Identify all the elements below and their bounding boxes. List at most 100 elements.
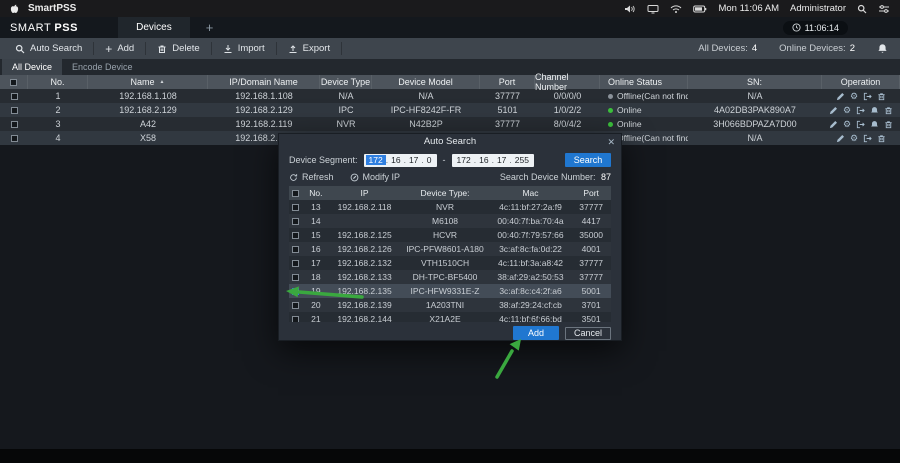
row-checkbox[interactable] <box>11 135 18 142</box>
dialog-tools-row: Refresh Modify IP Search Device Number: … <box>279 171 621 186</box>
display-icon[interactable] <box>647 4 659 14</box>
cell-name: X58 <box>88 131 208 145</box>
ip-octet[interactable]: 0 <box>424 155 435 165</box>
ip-octet[interactable]: 17 <box>494 155 509 165</box>
device-config-gear-icon[interactable]: ⚙ <box>843 106 851 115</box>
cell-device-type: NVR <box>320 117 372 131</box>
search-result-row[interactable]: 18 192.168.2.133 DH-TPC-BF5400 38:af:29:… <box>289 270 611 284</box>
row-checkbox[interactable] <box>11 107 18 114</box>
search-button[interactable]: Search <box>565 153 611 167</box>
cell-port: 37777 <box>571 256 611 270</box>
import-button[interactable]: Import <box>212 42 277 55</box>
tab-all-device[interactable]: All Device <box>2 59 62 75</box>
result-checkbox[interactable] <box>292 260 299 267</box>
alarm-config-icon[interactable] <box>870 120 879 129</box>
device-config-gear-icon[interactable]: ⚙ <box>850 92 858 101</box>
new-tab-button[interactable]: + <box>206 21 214 34</box>
menubar-user-menu[interactable]: Administrator <box>790 3 846 14</box>
search-result-row[interactable]: 15 192.168.2.125 HCVR 00:40:7f:79:57:66 … <box>289 228 611 242</box>
row-checkbox[interactable] <box>11 93 18 100</box>
cell-mac: 3c:af:8c:c4:2f:a6 <box>490 284 572 298</box>
result-checkbox[interactable] <box>292 246 299 253</box>
export-button[interactable]: Export <box>277 42 342 55</box>
cell-ip: 192.168.2.132 <box>329 256 401 270</box>
control-center-icon[interactable] <box>878 4 890 14</box>
delete-device-icon[interactable] <box>884 106 893 115</box>
edit-device-icon[interactable] <box>829 106 838 115</box>
ip-octet[interactable]: 172 <box>454 155 474 165</box>
battery-icon[interactable] <box>693 5 707 13</box>
cell-port: 37777 <box>571 270 611 284</box>
wifi-icon[interactable] <box>670 4 682 14</box>
alarm-bell-icon[interactable] <box>877 43 888 54</box>
add-device-button[interactable]: + Add <box>94 42 146 55</box>
app-titlebar: SMARTPSS Devices + 11:06:14 <box>0 17 900 38</box>
ip-octet[interactable]: 16 <box>476 155 491 165</box>
delete-device-icon[interactable] <box>877 134 886 143</box>
result-checkbox[interactable] <box>292 302 299 309</box>
device-config-gear-icon[interactable]: ⚙ <box>850 134 858 143</box>
result-checkbox[interactable] <box>292 204 299 211</box>
delete-device-icon[interactable] <box>877 92 886 101</box>
result-checkbox[interactable] <box>292 288 299 295</box>
plus-icon: + <box>105 44 112 54</box>
search-result-row[interactable]: 21 192.168.2.144 X21A2E 4c:11:bf:6f:66:b… <box>289 312 611 322</box>
search-result-row[interactable]: 20 192.168.2.139 1A203TNI 38:af:29:24:cf… <box>289 298 611 312</box>
edit-device-icon[interactable] <box>829 120 838 129</box>
alarm-config-icon[interactable] <box>870 106 879 115</box>
device-row[interactable]: 1 192.168.1.108 192.168.1.108 N/A N/A 37… <box>0 89 900 103</box>
refresh-button[interactable]: Refresh <box>289 172 334 182</box>
logout-device-icon[interactable] <box>856 120 865 129</box>
cell-online-status: Offline(Can not find ... <box>600 89 688 103</box>
delete-device-button[interactable]: Delete <box>146 42 211 55</box>
row-checkbox[interactable] <box>11 121 18 128</box>
ip-octet[interactable]: 16 <box>388 155 403 165</box>
cell-operation: ⚙ <box>822 89 900 103</box>
search-result-row[interactable]: 19 192.168.2.135 IPC-HFW9331E-Z 3c:af:8c… <box>289 284 611 298</box>
ip-octet[interactable]: 172 <box>366 155 386 165</box>
device-row[interactable]: 2 192.168.2.129 192.168.2.129 IPC IPC-HF… <box>0 103 900 117</box>
tab-encode-device[interactable]: Encode Device <box>62 59 143 75</box>
cancel-button[interactable]: Cancel <box>565 327 611 340</box>
device-config-gear-icon[interactable]: ⚙ <box>843 120 851 129</box>
add-selected-devices-button[interactable]: Add <box>513 326 559 340</box>
refresh-icon <box>289 173 298 182</box>
app-logo: SMARTPSS <box>10 22 78 34</box>
ip-octet[interactable]: 255 <box>512 155 532 165</box>
auto-search-button[interactable]: Auto Search <box>4 42 94 55</box>
result-checkbox[interactable] <box>292 316 299 323</box>
search-result-row[interactable]: 13 192.168.2.118 NVR 4c:11:bf:27:2a:f9 3… <box>289 200 611 214</box>
close-icon[interactable]: ✕ <box>607 134 615 150</box>
modify-ip-button[interactable]: Modify IP <box>350 172 401 182</box>
select-all-checkbox[interactable] <box>10 79 17 86</box>
col-ip: IP <box>329 186 401 200</box>
search-result-row[interactable]: 14 M6108 00:40:7f:ba:70:4a 4417 <box>289 214 611 228</box>
ip-end-input[interactable]: 172.16.17.255 <box>452 154 534 167</box>
result-checkbox[interactable] <box>292 232 299 239</box>
col-name[interactable]: Name ▲ <box>88 75 208 89</box>
delete-device-icon[interactable] <box>884 120 893 129</box>
search-result-row[interactable]: 16 192.168.2.126 IPC-PFW8601-A180 3c:af:… <box>289 242 611 256</box>
logout-device-icon[interactable] <box>856 106 865 115</box>
logout-device-icon[interactable] <box>863 134 872 143</box>
ip-start-input[interactable]: 172.16.17.0 <box>364 154 437 167</box>
logout-device-icon[interactable] <box>863 92 872 101</box>
menubar-app-name[interactable]: SmartPSS <box>28 3 76 14</box>
clock-icon <box>792 23 801 32</box>
ip-octet[interactable]: 17 <box>406 155 421 165</box>
spotlight-search-icon[interactable] <box>857 4 867 14</box>
tab-devices[interactable]: Devices <box>118 17 190 38</box>
device-row[interactable]: 3 A42 192.168.2.119 NVR N42B2P 37777 8/0… <box>0 117 900 131</box>
volume-icon[interactable] <box>624 4 636 14</box>
cell-ip: 192.168.2.135 <box>329 284 401 298</box>
cell-sn: N/A <box>688 131 822 145</box>
edit-device-icon[interactable] <box>836 134 845 143</box>
search-result-row[interactable]: 17 192.168.2.132 VTH1510CH 4c:11:bf:3a:a… <box>289 256 611 270</box>
result-checkbox[interactable] <box>292 274 299 281</box>
cell-no: 19 <box>303 284 329 298</box>
cell-device-type: VTH1510CH <box>400 256 489 270</box>
apple-menu-icon[interactable] <box>10 3 19 14</box>
result-checkbox[interactable] <box>292 218 299 225</box>
edit-device-icon[interactable] <box>836 92 845 101</box>
select-all-results-checkbox[interactable] <box>292 190 299 197</box>
